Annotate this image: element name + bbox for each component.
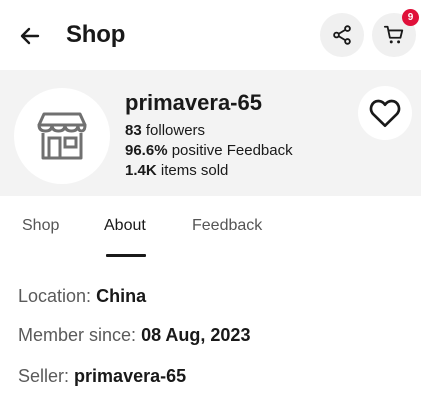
seller-name[interactable]: primavera-65 [125,90,262,116]
tab-feedback[interactable]: Feedback [192,217,262,235]
back-button[interactable] [14,20,46,52]
member-since-row: Member since: 08 Aug, 2023 [18,325,250,346]
top-app-bar: Shop 9 [0,0,421,70]
cart-icon [383,25,404,44]
items-sold-stat: 1.4K items sold [125,162,228,179]
tab-about[interactable]: About [104,217,146,235]
seller-avatar [14,88,110,184]
storefront-icon [37,112,87,160]
seller-label: Seller: [18,366,70,386]
heart-icon [369,99,401,127]
share-icon [333,25,351,45]
arrow-left-icon [20,27,40,45]
followers-count: 83 [125,122,142,139]
save-seller-button[interactable] [358,86,412,140]
cart-count-badge: 9 [402,9,419,26]
active-tab-indicator [106,254,146,257]
member-since-value: 08 Aug, 2023 [141,325,251,345]
member-since-label: Member since: [18,325,137,345]
location-value: China [96,286,147,306]
feedback-percent: 96.6% [125,142,168,159]
seller-value: primavera-65 [74,366,187,386]
location-label: Location: [18,286,92,306]
page-title: Shop [66,21,126,48]
share-button[interactable] [320,13,364,57]
seller-row: Seller: primavera-65 [18,366,186,387]
followers-label: followers [145,122,206,139]
followers-stat: 83 followers [125,122,205,139]
feedback-stat: 96.6% positive Feedback [125,142,293,159]
items-sold-label: items sold [160,162,229,179]
tab-shop[interactable]: Shop [22,217,59,235]
items-sold-count: 1.4K [125,162,157,179]
feedback-label: positive Feedback [171,142,293,159]
location-row: Location: China [18,286,146,307]
